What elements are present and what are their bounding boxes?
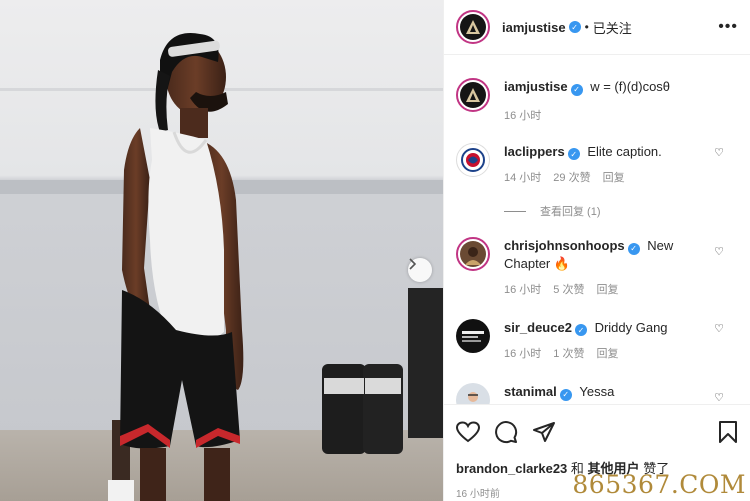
heart-icon[interactable] <box>456 421 480 443</box>
comment-likes[interactable]: 1 次赞 <box>553 346 584 363</box>
comment-item: laclippers ✓ Elite caption. 14 小时 29 次赞 回… <box>456 142 738 188</box>
commenter-username[interactable]: chrisjohnsonhoops <box>504 238 625 253</box>
bookmark-icon[interactable] <box>718 420 738 444</box>
comments-list[interactable]: iamjustise ✓ w = (f)(d)cosθ 16 小时 laclipp… <box>444 56 750 404</box>
verified-icon: ✓ <box>559 388 572 401</box>
post-side-panel: iamjustise ✓ • 已关注 ••• iamjustise ✓ w = (… <box>443 0 750 501</box>
more-options-icon[interactable]: ••• <box>718 18 738 36</box>
commenter-avatar[interactable] <box>456 318 490 353</box>
share-icon[interactable] <box>532 421 556 443</box>
post-caption: iamjustise ✓ w = (f)(d)cosθ 16 小时 <box>456 78 738 125</box>
reply-button[interactable]: 回复 <box>603 170 625 187</box>
comment-likes[interactable]: 5 次赞 <box>553 282 584 299</box>
commenter-username[interactable]: sir_deuce2 <box>504 320 572 335</box>
divider-line <box>504 210 526 212</box>
post-photo[interactable] <box>0 0 443 501</box>
like-comment-icon[interactable]: ♡ <box>714 391 724 404</box>
post-header: iamjustise ✓ • 已关注 ••• <box>444 0 750 55</box>
comment-time: 16 小时 <box>504 348 542 360</box>
author-avatar[interactable] <box>456 10 490 44</box>
site-watermark: 865367.COM <box>572 470 746 499</box>
separator-dot: • <box>584 20 589 34</box>
like-comment-icon[interactable]: ♡ <box>714 146 724 159</box>
comment-text: Elite caption. <box>587 143 662 159</box>
comment-text: Driddy Gang <box>594 319 668 335</box>
commenter-avatar[interactable] <box>456 142 490 177</box>
author-avatar[interactable] <box>456 78 490 112</box>
verified-icon: ✓ <box>568 21 581 33</box>
comment-likes[interactable]: 29 次赞 <box>553 170 590 187</box>
comment-item: stanimal ✓ Yessa ♡ <box>456 383 738 404</box>
comment-text: Yessa <box>579 384 615 399</box>
caption-time: 16 小时 <box>504 109 542 122</box>
comment-icon[interactable] <box>494 420 518 444</box>
like-comment-icon[interactable]: ♡ <box>714 322 724 335</box>
commenter-username[interactable]: stanimal <box>504 384 557 399</box>
verified-icon: ✓ <box>570 83 583 96</box>
caption-username[interactable]: iamjustise <box>504 79 568 94</box>
liked-by-username[interactable]: brandon_clarke23 <box>456 461 567 476</box>
like-comment-icon[interactable]: ♡ <box>714 245 724 258</box>
reply-button[interactable]: 回复 <box>596 346 618 363</box>
comment-time: 14 小时 <box>504 172 542 184</box>
following-button[interactable]: 已关注 <box>593 18 632 37</box>
caption-text: w = (f)(d)cosθ <box>590 79 671 94</box>
verified-icon: ✓ <box>567 148 580 160</box>
verified-icon: ✓ <box>574 324 587 336</box>
comment-item: chrisjohnsonhoops ✓ New Chapter 🔥 16 小时 5… <box>456 237 738 299</box>
commenter-avatar[interactable] <box>456 383 490 404</box>
comment-time: 16 小时 <box>504 283 542 296</box>
commenter-username[interactable]: laclippers <box>504 144 565 159</box>
commenter-avatar[interactable] <box>456 237 490 271</box>
reply-button[interactable]: 回复 <box>596 282 618 299</box>
view-replies-button[interactable]: 查看回复 (1) <box>504 203 738 219</box>
view-replies-label: 查看回复 (1) <box>540 206 601 218</box>
comment-item: sir_deuce2 ✓ Driddy Gang 16 小时 1 次赞 回复 ♡ <box>456 318 738 364</box>
player-photo-illustration <box>0 0 443 501</box>
author-username[interactable]: iamjustise <box>502 20 566 35</box>
verified-icon: ✓ <box>627 242 640 255</box>
next-photo-button[interactable] <box>408 258 432 282</box>
